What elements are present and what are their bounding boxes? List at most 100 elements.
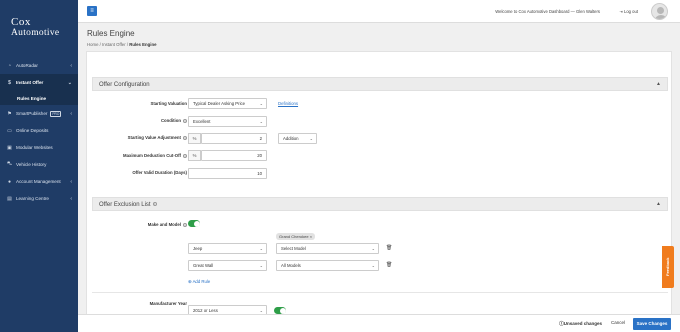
logout-label: Log out: [624, 9, 638, 14]
sidebar-item-account-management[interactable]: ● Account Management ‹: [0, 173, 78, 190]
brand-logo[interactable]: Cox Automotive: [0, 0, 78, 48]
sidebar: Cox Automotive ◔ AutoRadar ‹ $ Instant O…: [0, 0, 78, 332]
sidebar-item-modular-websites[interactable]: ▣ Modular Websites: [0, 139, 78, 156]
logout-link[interactable]: ⇥ Log out: [619, 9, 638, 14]
condition-label: Condition i: [87, 118, 187, 123]
adjustment-mode-select[interactable]: Addition ⌄: [278, 133, 317, 144]
valid-duration-input[interactable]: 10: [188, 168, 267, 179]
chevron-down-icon: ⌄: [259, 246, 263, 251]
breadcrumb-home[interactable]: Home: [87, 42, 98, 47]
condition-label-text: Condition: [160, 118, 181, 123]
breadcrumb: Home / Instant Offer / Rules Engine: [87, 42, 157, 47]
sidebar-item-label: Instant Offer: [16, 80, 44, 85]
page-title: Rules Engine: [87, 29, 135, 38]
rules-card: Offer Configuration ▲ Starting Valuation…: [86, 51, 672, 332]
chevron-down-icon: ⌄: [309, 136, 313, 141]
book-icon: ▤: [7, 195, 12, 202]
bottom-action-bar: ⓘUnsaved changes Cancel Save Changes: [78, 314, 680, 332]
chevron-down-icon: ⌄: [259, 101, 263, 106]
sidebar-item-instant-offer[interactable]: $ Instant Offer ⌄: [0, 74, 78, 91]
sidebar-item-online-deposits[interactable]: ▭ Online Deposits: [0, 122, 78, 139]
adjustment-label-text: Starting Value Adjustment: [127, 135, 181, 140]
info-icon[interactable]: i: [152, 202, 157, 207]
exclusion-list-header[interactable]: Offer Exclusion List i ▲: [92, 197, 668, 211]
menu-toggle-button[interactable]: ≡: [87, 6, 97, 16]
make-and-model-label: Make and Model i: [87, 222, 187, 227]
car-icon: ⛍: [7, 161, 13, 167]
info-icon[interactable]: i: [183, 118, 187, 123]
breadcrumb-parent[interactable]: Instant Offer: [102, 42, 126, 47]
make-select[interactable]: Jeep ⌄: [188, 243, 267, 254]
sidebar-subitem-label: Rules Engine: [17, 95, 47, 101]
feedback-tab[interactable]: Feedback: [662, 246, 674, 288]
chevron-down-icon: ⌄: [259, 263, 263, 268]
cancel-button[interactable]: Cancel: [611, 320, 625, 325]
manufacturer-year-toggle[interactable]: [274, 307, 286, 314]
dollar-icon: $: [8, 79, 11, 86]
sidebar-item-smartpublisher[interactable]: ⚑ SmartPublisher PRO ‹: [0, 105, 78, 122]
sidebar-item-autoradar[interactable]: ◔ AutoRadar ‹: [0, 57, 78, 74]
chevron-down-icon: ⌄: [259, 119, 263, 124]
breadcrumb-current: Rules Engine: [129, 42, 157, 47]
condition-select[interactable]: Excellent ⌄: [188, 116, 267, 127]
add-rule-link[interactable]: ⊕ Add Rule: [188, 279, 210, 285]
sidebar-item-label: Vehicle History: [16, 162, 47, 167]
chevron-down-icon: ⌄: [371, 246, 375, 251]
starting-valuation-select[interactable]: Typical Dealer Asking Price ⌄: [188, 98, 267, 109]
top-bar: ≡ Welcome to Cox Automotive Dashboard — …: [78, 0, 680, 23]
sidebar-item-label: Online Deposits: [16, 128, 49, 133]
divider: [92, 292, 668, 293]
max-deduction-label: Maximum Deduction Cut-Off i: [87, 153, 187, 158]
adjustment-mode-value: Addition: [283, 136, 299, 141]
info-icon[interactable]: i: [183, 135, 187, 140]
brand-line2: Automotive: [11, 28, 60, 38]
sidebar-item-learning-centre[interactable]: ▤ Learning Centre ‹: [0, 190, 78, 207]
info-icon[interactable]: i: [183, 222, 187, 227]
manufacturer-year-value: 2012 or Less: [193, 308, 218, 313]
close-icon[interactable]: ×: [310, 234, 312, 239]
model-chip[interactable]: Grand Cherokee ×: [276, 233, 316, 240]
make-select[interactable]: Great Wall ⌄: [188, 260, 267, 271]
make-value: Great Wall: [193, 263, 214, 268]
make-value: Jeep: [193, 246, 203, 251]
starting-valuation-label: Starting Valuation: [150, 101, 187, 106]
caret-up-icon: ▲: [656, 201, 661, 207]
offer-config-title: Offer Configuration: [99, 82, 150, 88]
max-deduction-input[interactable]: 20: [201, 150, 267, 161]
chevron-left-icon: ‹: [70, 110, 72, 117]
offer-config-header[interactable]: Offer Configuration ▲: [92, 77, 668, 91]
sidebar-item-label: SmartPublisher: [16, 111, 48, 116]
user-icon: ●: [7, 178, 12, 185]
sidebar-item-vehicle-history[interactable]: ⛍ Vehicle History: [0, 156, 78, 173]
exclusion-list-title: Offer Exclusion List i: [99, 202, 157, 208]
model-select[interactable]: Select Model ⌄: [276, 243, 379, 254]
save-changes-button[interactable]: Save Changes: [633, 318, 671, 330]
unsaved-changes-indicator: ⓘUnsaved changes: [559, 321, 602, 327]
trash-icon[interactable]: 🗑: [386, 245, 392, 251]
model-chip-label: Grand Cherokee: [279, 234, 309, 239]
info-icon[interactable]: i: [183, 153, 187, 158]
definitions-link[interactable]: Definitions: [278, 101, 298, 106]
model-select[interactable]: All Models ⌄: [276, 260, 379, 271]
main-content: Rules Engine Home / Instant Offer / Rule…: [78, 23, 680, 332]
exclusion-list-title-text: Offer Exclusion List: [99, 202, 151, 208]
chevron-left-icon: ‹: [70, 62, 72, 69]
max-deduction-label-text: Maximum Deduction Cut-Off: [122, 153, 181, 158]
chevron-down-icon: ⌄: [67, 79, 72, 86]
model-value: All Models: [281, 263, 301, 268]
avatar[interactable]: [651, 3, 668, 20]
unsaved-label: Unsaved changes: [563, 321, 602, 326]
gauge-icon: ◔: [7, 62, 12, 69]
condition-value: Excellent: [193, 119, 211, 124]
trash-icon[interactable]: 🗑: [386, 262, 392, 268]
make-and-model-label-text: Make and Model: [147, 222, 181, 227]
sidebar-subitem-rules-engine[interactable]: Rules Engine: [0, 91, 78, 105]
model-value: Select Model: [281, 246, 306, 251]
add-rule-label: Add Rule: [192, 279, 211, 284]
flag-icon: ⚑: [7, 110, 12, 117]
card-icon: ▭: [7, 127, 12, 134]
adjustment-input[interactable]: 2: [201, 133, 267, 144]
sidebar-item-label: Learning Centre: [16, 196, 49, 201]
make-and-model-toggle[interactable]: [188, 220, 200, 227]
hamburger-icon: ≡: [90, 8, 94, 14]
